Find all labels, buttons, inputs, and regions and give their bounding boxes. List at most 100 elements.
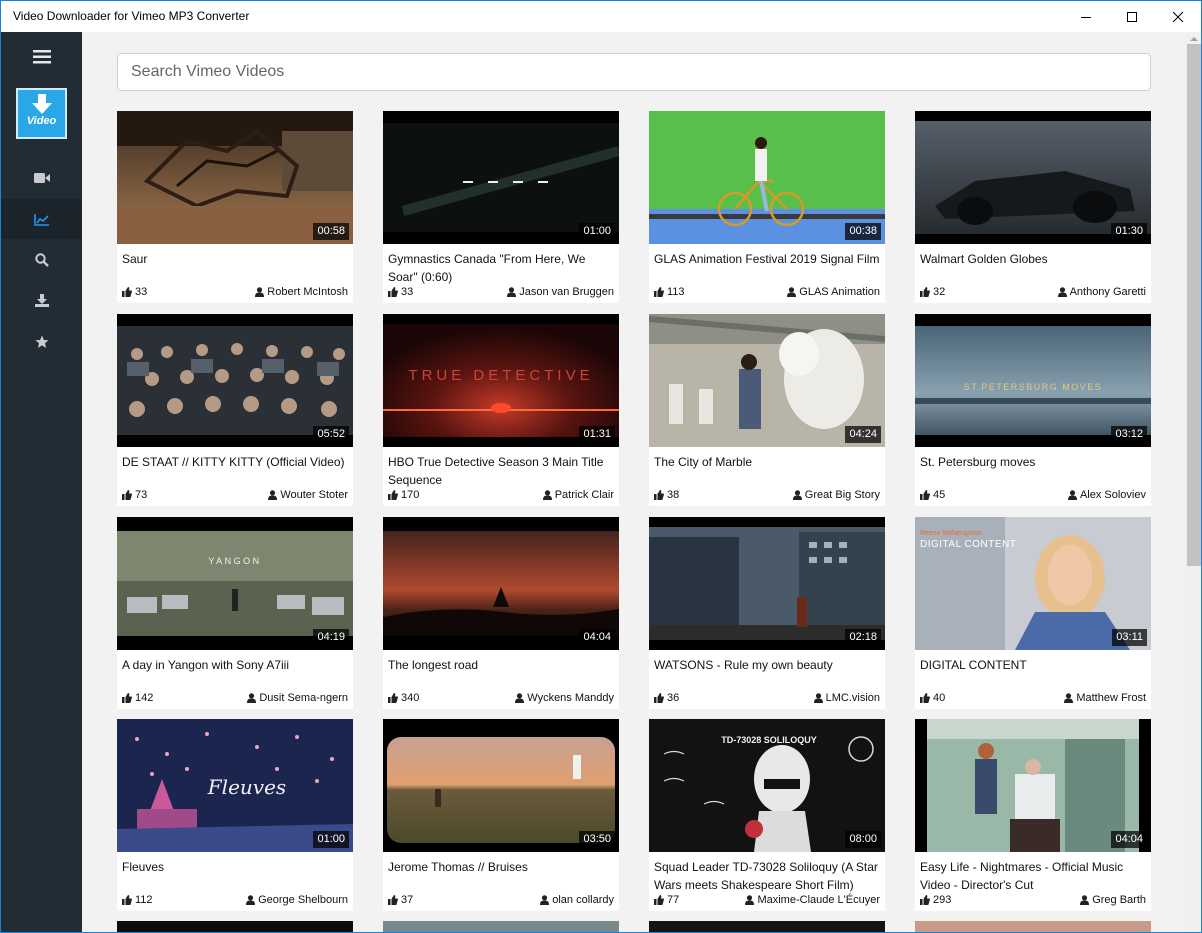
video-title: The longest road <box>388 658 479 672</box>
scrollbar-thumb[interactable] <box>1187 44 1201 566</box>
video-card[interactable]: 02:18 WATSONS - Rule my own beauty 36 LM… <box>649 517 885 709</box>
video-title: DE STAAT // KITTY KITTY (Official Video) <box>122 455 345 469</box>
video-title: Squad Leader TD-73028 Soliloquy (A Star … <box>654 860 878 892</box>
thumbs-up-icon <box>122 693 132 703</box>
video-card-partial[interactable] <box>117 921 353 932</box>
video-thumbnail[interactable]: 05:52 <box>117 314 353 447</box>
video-card[interactable]: Reese Witherspoon DIGITAL CONTENT 03:11 … <box>915 517 1151 709</box>
duration-badge: 04:04 <box>579 629 615 646</box>
video-card[interactable]: 01:00 Gymnastics Canada "From Here, We S… <box>383 111 619 303</box>
like-count: 170 <box>401 489 420 501</box>
video-meta: 33 Robert McIntosh <box>122 285 348 299</box>
user-icon <box>745 895 755 905</box>
video-thumbnail[interactable]: 02:18 <box>649 517 885 650</box>
video-card[interactable]: TRUE DETECTIVE 01:31 HBO True Detective … <box>383 314 619 506</box>
like-count: 38 <box>667 489 680 501</box>
video-card-partial[interactable] <box>383 921 619 932</box>
video-thumbnail[interactable]: TD-73028 SOLILOQUY 08:00 <box>649 719 885 852</box>
video-title: The City of Marble <box>654 455 753 469</box>
video-card-partial[interactable] <box>915 921 1151 932</box>
digital-content-title-text: DIGITAL CONTENT <box>920 539 1016 550</box>
author-name: GLAS Animation <box>799 286 880 298</box>
like-count: 33 <box>135 286 148 298</box>
video-card[interactable]: 05:52 DE STAAT // KITTY KITTY (Official … <box>117 314 353 506</box>
video-card[interactable]: 01:30 Walmart Golden Globes 32 Anthony G… <box>915 111 1151 303</box>
sidebar-item-favorites[interactable] <box>1 322 82 362</box>
video-meta: 36 LMC.vision <box>654 691 880 705</box>
thumbs-up-icon <box>122 287 132 297</box>
video-thumbnail[interactable]: 04:04 <box>383 517 619 650</box>
thumbs-up-icon <box>920 490 930 500</box>
close-button[interactable] <box>1155 1 1201 32</box>
like-count: 40 <box>933 692 946 704</box>
video-thumbnail[interactable]: 00:58 <box>117 111 353 244</box>
video-card[interactable]: 04:04 The longest road 340 Wyckens Mandd… <box>383 517 619 709</box>
video-title: Walmart Golden Globes <box>920 252 1048 266</box>
user-icon <box>247 693 257 703</box>
video-title: Easy Life - Nightmares - Official Music … <box>920 860 1124 892</box>
minimize-icon <box>1081 16 1091 18</box>
minimize-button[interactable] <box>1063 1 1109 32</box>
user-icon <box>255 287 265 297</box>
video-card[interactable]: YANGON 04:19 A day in Yangon with Sony A… <box>117 517 353 709</box>
sidebar-item-search[interactable] <box>1 240 82 280</box>
duration-badge: 05:52 <box>313 426 349 443</box>
thumbs-up-icon <box>654 693 664 703</box>
st-petersburg-overlay-text: ST.PETERSBURG MOVES <box>964 382 1103 392</box>
video-title: Fleuves <box>122 860 165 874</box>
video-thumbnail[interactable]: Reese Witherspoon DIGITAL CONTENT 03:11 <box>915 517 1151 650</box>
main-content: 00:58 Saur 33 Robert McIntosh 01:00 <box>82 32 1186 932</box>
hamburger-menu-button[interactable] <box>1 37 82 77</box>
like-count: 340 <box>401 692 420 704</box>
sidebar: Video <box>1 32 82 932</box>
search-input[interactable] <box>117 53 1151 91</box>
video-meta: 293 Greg Barth <box>920 893 1146 907</box>
author-name: Alex Soloviev <box>1079 489 1146 501</box>
video-thumbnail[interactable]: ST.PETERSBURG MOVES 03:12 <box>915 314 1151 447</box>
sidebar-item-trending[interactable] <box>1 199 82 239</box>
video-card[interactable]: 04:24 The City of Marble 38 Great Big St… <box>649 314 885 506</box>
video-card-partial[interactable] <box>649 921 885 932</box>
video-thumbnail[interactable]: TRUE DETECTIVE 01:31 <box>383 314 619 447</box>
video-card[interactable]: 00:38 GLAS Animation Festival 2019 Signa… <box>649 111 885 303</box>
user-icon <box>540 895 550 905</box>
app-window: Video Downloader for Vimeo MP3 Converter… <box>0 0 1202 933</box>
user-icon <box>515 693 525 703</box>
video-thumbnail[interactable]: 04:24 <box>649 314 885 447</box>
sidebar-item-downloads[interactable] <box>1 280 82 320</box>
video-meta: 45 Alex Soloviev <box>920 488 1146 502</box>
like-count: 37 <box>401 894 414 906</box>
author-name: George Shelbourn <box>258 894 348 906</box>
logo-text: Video <box>26 115 57 127</box>
sidebar-item-videos[interactable] <box>1 158 82 198</box>
thumbs-up-icon <box>388 490 398 500</box>
close-icon <box>1172 11 1184 22</box>
video-card[interactable]: TD-73028 SOLILOQUY 08:00 Squad Leader TD… <box>649 719 885 911</box>
thumbs-up-icon <box>920 693 930 703</box>
video-thumbnail[interactable]: 00:38 <box>649 111 885 244</box>
duration-badge: 01:30 <box>1111 223 1147 240</box>
video-thumbnail[interactable]: 04:04 <box>915 719 1151 852</box>
video-thumbnail[interactable]: 03:50 <box>383 719 619 852</box>
user-icon <box>268 490 278 500</box>
video-thumbnail[interactable]: YANGON 04:19 <box>117 517 353 650</box>
video-card[interactable]: ST.PETERSBURG MOVES 03:12 St. Petersburg… <box>915 314 1151 506</box>
video-thumbnail[interactable]: Fleuves 01:00 <box>117 719 353 852</box>
maximize-button[interactable] <box>1109 1 1155 32</box>
duration-badge: 03:50 <box>579 831 615 848</box>
author-name: Jason van Bruggen <box>519 286 614 298</box>
thumbs-up-icon <box>388 895 398 905</box>
like-count: 36 <box>667 692 680 704</box>
video-thumbnail[interactable]: 01:30 <box>915 111 1151 244</box>
video-card[interactable]: Fleuves 01:00 Fleuves 112 George Shelbou… <box>117 719 353 911</box>
video-card[interactable]: 03:50 Jerome Thomas // Bruises 37 olan c… <box>383 719 619 911</box>
vertical-scrollbar[interactable] <box>1186 32 1201 932</box>
author-name: Greg Barth <box>1092 894 1146 906</box>
user-icon <box>1067 490 1077 500</box>
user-icon <box>787 287 797 297</box>
video-card[interactable]: 04:04 Easy Life - Nightmares - Official … <box>915 719 1151 911</box>
like-count: 77 <box>667 894 680 906</box>
video-card[interactable]: 00:58 Saur 33 Robert McIntosh <box>117 111 353 303</box>
thumbs-up-icon <box>654 287 664 297</box>
video-thumbnail[interactable]: 01:00 <box>383 111 619 244</box>
